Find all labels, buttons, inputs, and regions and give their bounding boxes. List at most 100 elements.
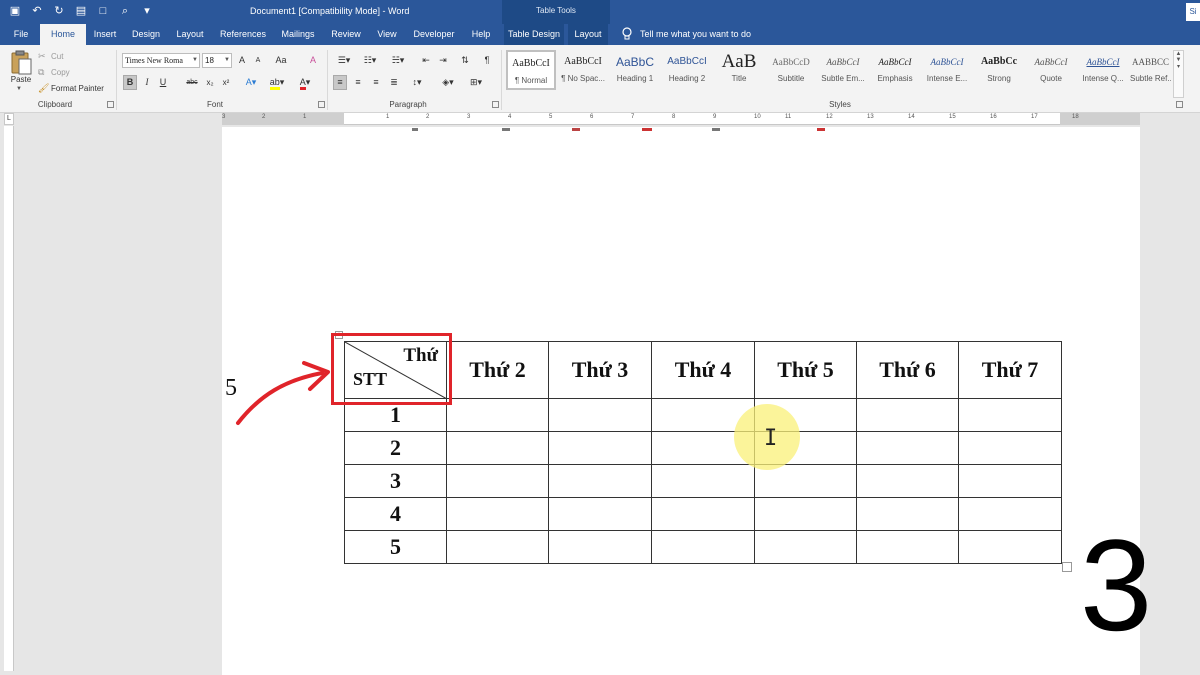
table-cell[interactable] <box>548 497 652 531</box>
sort-icon[interactable]: ⇅ <box>458 53 472 68</box>
table-header-cell[interactable]: Thứ 3 <box>548 341 652 399</box>
text-effects-icon[interactable]: A▾ <box>240 75 262 90</box>
font-size-box[interactable]: 18 ▼ <box>202 53 232 68</box>
table-cell[interactable] <box>958 464 1062 498</box>
show-formatting-icon[interactable]: ¶ <box>480 53 494 68</box>
print-preview-icon[interactable]: ⌕ <box>118 4 132 18</box>
table-cell[interactable] <box>651 497 755 531</box>
table-cell[interactable] <box>958 530 1062 564</box>
style-emphasis[interactable]: AaBbCcI Emphasis <box>870 50 920 90</box>
new-document-icon[interactable]: □ <box>96 4 110 18</box>
redo-icon[interactable]: ↻ <box>52 4 66 18</box>
table-cell[interactable] <box>446 464 549 498</box>
table-cell[interactable] <box>548 398 652 432</box>
style-title[interactable]: AaB Title <box>714 50 764 90</box>
align-left-icon[interactable]: ≡ <box>333 75 347 90</box>
document-icon[interactable]: ▤ <box>74 4 88 18</box>
cut-button[interactable]: ✂ Cut <box>38 50 63 62</box>
table-header-cell[interactable]: Thứ 7 <box>958 341 1062 399</box>
tab-review[interactable]: Review <box>326 24 366 45</box>
table-header-cell[interactable]: Thứ 4 <box>651 341 755 399</box>
styles-gallery-scroll[interactable]: ▲ ▼ ▾ <box>1173 50 1184 98</box>
table-cell[interactable] <box>548 530 652 564</box>
font-launcher-icon[interactable] <box>318 101 325 108</box>
style-subtle-emphasis[interactable]: AaBbCcI Subtle Em... <box>818 50 868 90</box>
styles-launcher-icon[interactable] <box>1176 101 1183 108</box>
tab-table-design[interactable]: Table Design <box>504 24 564 45</box>
save-icon[interactable]: ▣ <box>8 4 22 18</box>
table-cell[interactable] <box>856 464 959 498</box>
style-normal[interactable]: AaBbCcI ¶ Normal <box>506 50 556 90</box>
table-cell[interactable] <box>446 530 549 564</box>
horizontal-ruler[interactable]: 3 2 1 1 2 3 4 5 6 7 8 9 10 11 12 13 14 1… <box>222 113 1140 125</box>
increase-indent-icon[interactable]: ⇥ <box>436 53 450 68</box>
decrease-indent-icon[interactable]: ⇤ <box>419 53 433 68</box>
table-cell[interactable] <box>754 530 857 564</box>
tab-help[interactable]: Help <box>464 24 498 45</box>
table-cell[interactable] <box>958 497 1062 531</box>
line-spacing-icon[interactable]: ↕▾ <box>405 75 429 90</box>
table-cell[interactable] <box>548 464 652 498</box>
undo-icon[interactable]: ↶ <box>30 4 44 18</box>
tab-references[interactable]: References <box>214 24 272 45</box>
table-cell[interactable] <box>856 530 959 564</box>
tell-me-search[interactable]: Tell me what you want to do <box>640 24 751 45</box>
clipboard-launcher-icon[interactable] <box>107 101 114 108</box>
borders-icon[interactable]: ⊞▾ <box>464 75 488 90</box>
style-subtle-reference[interactable]: AABBCC Subtle Ref... <box>1130 50 1171 90</box>
style-quote[interactable]: AaBbCcI Quote <box>1026 50 1076 90</box>
font-color-icon[interactable]: A▾ <box>294 75 316 90</box>
highlight-color-icon[interactable]: ab▾ <box>266 75 288 90</box>
superscript-button[interactable]: x² <box>219 75 233 90</box>
bullets-icon[interactable]: ☰▾ <box>333 53 355 68</box>
numbering-icon[interactable]: ☷▾ <box>359 53 381 68</box>
tab-view[interactable]: View <box>370 24 404 45</box>
table-cell[interactable] <box>856 398 959 432</box>
style-intense-quote[interactable]: AaBbCcI Intense Q... <box>1078 50 1128 90</box>
justify-icon[interactable]: ≣ <box>387 75 401 90</box>
shading-icon[interactable]: ◈▾ <box>436 75 460 90</box>
bold-button[interactable]: B <box>123 75 137 90</box>
tab-insert[interactable]: Insert <box>88 24 122 45</box>
strikethrough-button[interactable]: abc <box>183 75 201 90</box>
align-center-icon[interactable]: ≡ <box>351 75 365 90</box>
table-cell[interactable] <box>958 431 1062 465</box>
grow-font-button[interactable]: A <box>236 53 248 68</box>
row-number-cell[interactable]: 2 <box>344 431 447 465</box>
tab-layout[interactable]: Layout <box>170 24 210 45</box>
table-cell[interactable] <box>651 464 755 498</box>
table-header-cell[interactable]: Thứ 6 <box>856 341 959 399</box>
table-cell[interactable] <box>856 431 959 465</box>
tab-design[interactable]: Design <box>126 24 166 45</box>
table-cell[interactable] <box>446 431 549 465</box>
tab-table-layout[interactable]: Layout <box>568 24 608 45</box>
vertical-ruler[interactable] <box>4 126 14 671</box>
paste-dropdown-icon[interactable]: ▼ <box>16 86 22 92</box>
style-intense-emphasis[interactable]: AaBbCcI Intense E... <box>922 50 972 90</box>
align-right-icon[interactable]: ≡ <box>369 75 383 90</box>
row-number-cell[interactable]: 4 <box>344 497 447 531</box>
subscript-button[interactable]: x₂ <box>203 75 217 90</box>
style-strong[interactable]: AaBbCc Strong <box>974 50 1024 90</box>
account-button[interactable]: Si <box>1186 3 1200 21</box>
tab-developer[interactable]: Developer <box>408 24 460 45</box>
tab-home[interactable]: Home <box>40 24 86 45</box>
table-cell[interactable] <box>856 497 959 531</box>
paste-icon[interactable] <box>10 50 32 76</box>
table-cell[interactable] <box>754 497 857 531</box>
italic-button[interactable]: I <box>141 75 153 90</box>
tab-file[interactable]: File <box>6 24 36 45</box>
paragraph-launcher-icon[interactable] <box>492 101 499 108</box>
table-cell[interactable] <box>446 497 549 531</box>
style-heading-2[interactable]: AaBbCcI Heading 2 <box>662 50 712 90</box>
style-subtitle[interactable]: AaBbCcD Subtitle <box>766 50 816 90</box>
row-number-cell[interactable]: 5 <box>344 530 447 564</box>
change-case-button[interactable]: Aa <box>270 53 292 68</box>
table-cell[interactable] <box>446 398 549 432</box>
paste-button[interactable]: Paste <box>5 75 37 84</box>
multilevel-list-icon[interactable]: ☵▾ <box>385 53 411 68</box>
underline-button[interactable]: U <box>157 75 169 90</box>
style-heading-1[interactable]: AaBbC Heading 1 <box>610 50 660 90</box>
table-cell[interactable] <box>958 398 1062 432</box>
tab-mailings[interactable]: Mailings <box>276 24 320 45</box>
